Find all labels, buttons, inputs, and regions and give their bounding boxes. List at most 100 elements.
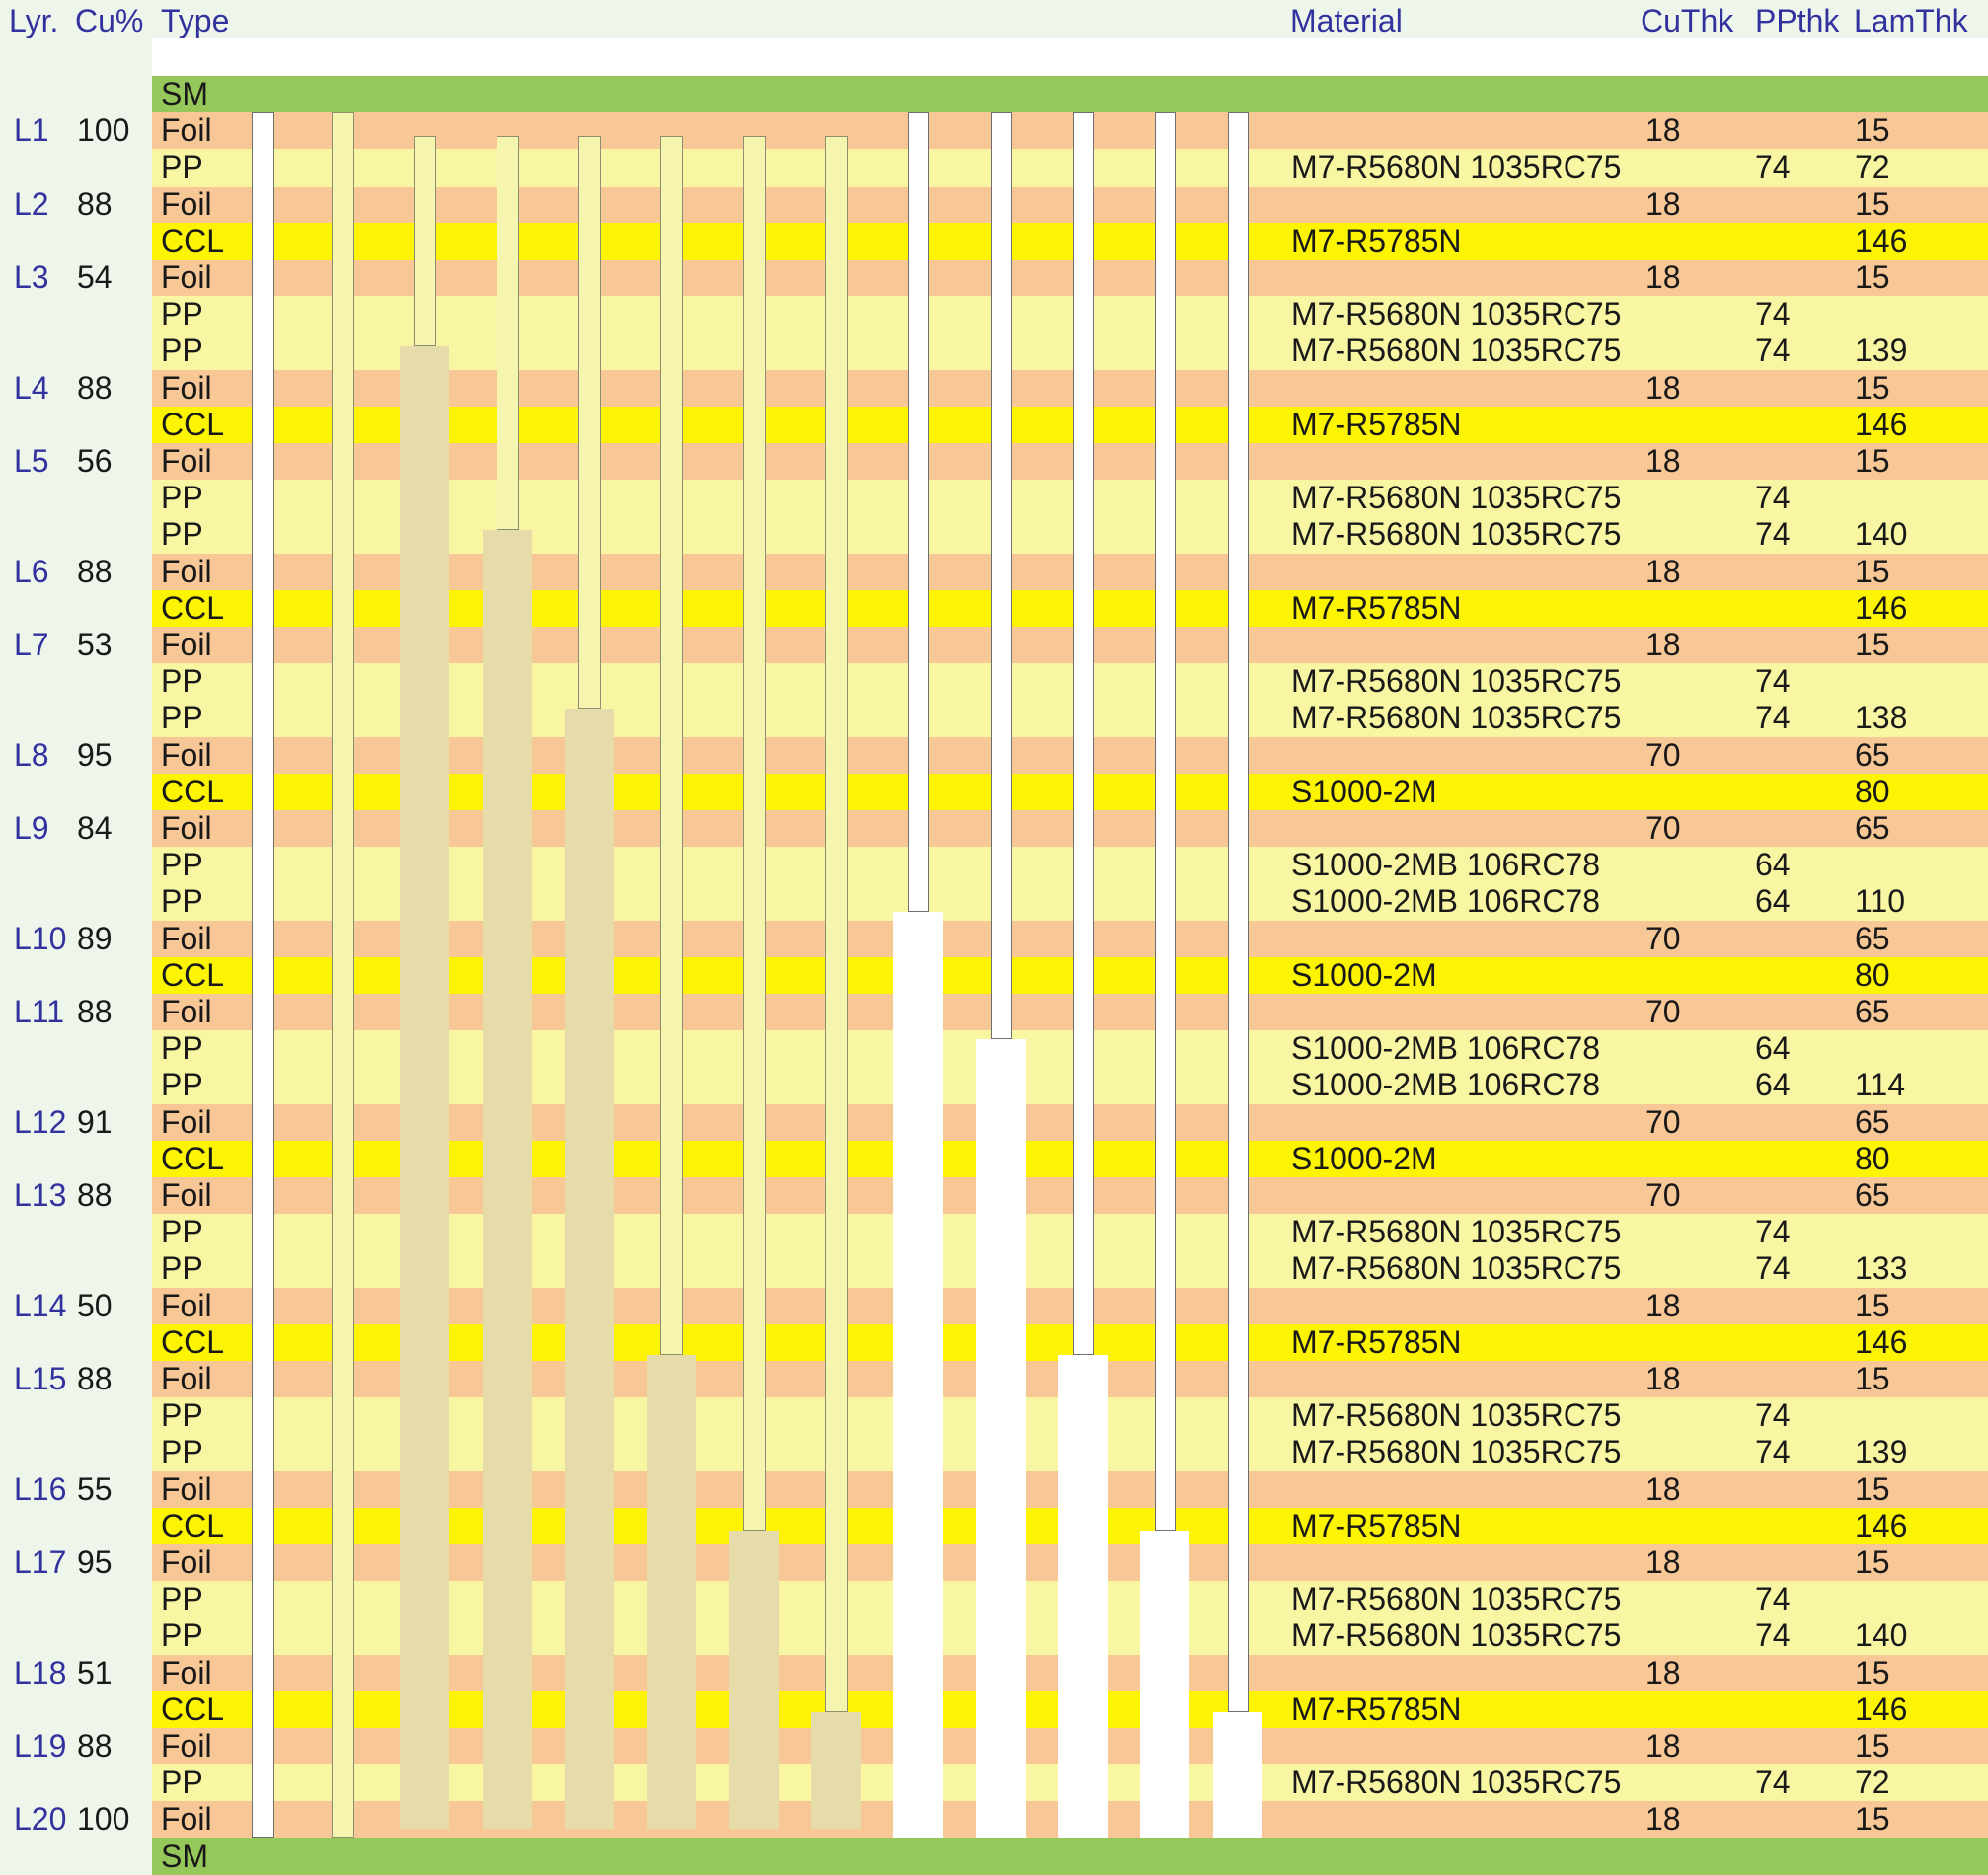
type-cell: Foil bbox=[161, 627, 212, 663]
type-cell: Foil bbox=[161, 1471, 212, 1508]
layer-name: L13 bbox=[14, 1177, 66, 1214]
cuthk-cell: 70 bbox=[1645, 921, 1681, 957]
type-cell: Foil bbox=[161, 443, 212, 480]
copper-percent: 88 bbox=[77, 994, 113, 1030]
lamthk-cell: 15 bbox=[1855, 187, 1890, 223]
type-cell: Foil bbox=[161, 1801, 212, 1838]
layer-label-L15: L1588 bbox=[0, 1361, 152, 1397]
cuthk-cell: 18 bbox=[1645, 1471, 1681, 1508]
type-cell: PP bbox=[161, 700, 203, 736]
layer-name: L7 bbox=[14, 627, 49, 663]
lamthk-cell: 140 bbox=[1855, 516, 1907, 553]
type-cell: PP bbox=[161, 1764, 203, 1801]
drill-span-wide-5 bbox=[565, 709, 614, 1829]
lamthk-cell: 15 bbox=[1855, 1544, 1890, 1581]
type-cell: PP bbox=[161, 1250, 203, 1287]
layer-name: L15 bbox=[14, 1361, 66, 1397]
layer-name: L14 bbox=[14, 1288, 66, 1324]
type-cell: CCL bbox=[161, 774, 224, 810]
layer-label-L13: L1388 bbox=[0, 1177, 152, 1214]
layer-label-L11: L1188 bbox=[0, 994, 152, 1030]
type-cell: PP bbox=[161, 847, 203, 883]
via-span-thin-4 bbox=[497, 136, 519, 530]
lamthk-cell: 146 bbox=[1855, 590, 1907, 627]
material-cell: M7-R5680N 1035RC75 bbox=[1291, 296, 1621, 333]
cuthk-cell: 18 bbox=[1645, 1728, 1681, 1764]
layer-name: L18 bbox=[14, 1655, 66, 1691]
layer-name: L12 bbox=[14, 1104, 66, 1141]
material-cell: M7-R5680N 1035RC75 bbox=[1291, 700, 1621, 736]
type-cell: PP bbox=[161, 149, 203, 186]
copper-percent: 51 bbox=[77, 1655, 113, 1691]
material-cell: M7-R5680N 1035RC75 bbox=[1291, 1764, 1621, 1801]
ppthk-cell: 74 bbox=[1755, 663, 1791, 700]
type-cell: CCL bbox=[161, 1324, 224, 1361]
lamthk-cell: 146 bbox=[1855, 407, 1907, 443]
type-cell: PP bbox=[161, 516, 203, 553]
copper-percent: 50 bbox=[77, 1288, 113, 1324]
ppthk-cell: 74 bbox=[1755, 1581, 1791, 1617]
type-cell: Foil bbox=[161, 737, 212, 774]
copper-percent: 89 bbox=[77, 921, 113, 957]
type-cell: CCL bbox=[161, 1508, 224, 1544]
material-cell: S1000-2MB 106RC78 bbox=[1291, 883, 1600, 920]
type-cell: Foil bbox=[161, 921, 212, 957]
lamthk-cell: 65 bbox=[1855, 921, 1890, 957]
cuthk-cell: 18 bbox=[1645, 260, 1681, 296]
cuthk-cell: 18 bbox=[1645, 1655, 1681, 1691]
stack-row-sm: SM bbox=[152, 76, 1988, 112]
material-cell: S1000-2M bbox=[1291, 774, 1437, 810]
type-cell: Foil bbox=[161, 1104, 212, 1141]
copper-percent: 100 bbox=[77, 112, 129, 149]
lamthk-cell: 80 bbox=[1855, 774, 1890, 810]
type-cell: Foil bbox=[161, 1361, 212, 1397]
drill-span-wide-12 bbox=[1140, 1531, 1189, 1838]
drill-span-wide-4 bbox=[483, 530, 532, 1829]
cuthk-cell: 18 bbox=[1645, 187, 1681, 223]
copper-percent: 95 bbox=[77, 1544, 113, 1581]
type-cell: Foil bbox=[161, 810, 212, 847]
material-cell: M7-R5680N 1035RC75 bbox=[1291, 480, 1621, 516]
layer-name: L20 bbox=[14, 1801, 66, 1838]
lamthk-cell: 15 bbox=[1855, 627, 1890, 663]
type-cell: PP bbox=[161, 296, 203, 333]
cuthk-cell: 18 bbox=[1645, 1361, 1681, 1397]
lamthk-cell: 139 bbox=[1855, 1434, 1907, 1470]
drill-span-wide-6 bbox=[647, 1355, 696, 1829]
lamthk-cell: 114 bbox=[1855, 1067, 1905, 1103]
lamthk-cell: 110 bbox=[1855, 883, 1905, 920]
via-span-thin-12 bbox=[1155, 112, 1176, 1531]
material-cell: S1000-2MB 106RC78 bbox=[1291, 1067, 1600, 1103]
lamthk-cell: 80 bbox=[1855, 957, 1890, 994]
layer-label-L19: L19 88 bbox=[0, 1728, 152, 1764]
type-cell: PP bbox=[161, 883, 203, 920]
copper-percent: 91 bbox=[77, 1104, 113, 1141]
lamthk-cell: 146 bbox=[1855, 1324, 1907, 1361]
lamthk-cell: 65 bbox=[1855, 1104, 1890, 1141]
cuthk-cell: 18 bbox=[1645, 1288, 1681, 1324]
material-cell: S1000-2M bbox=[1291, 957, 1437, 994]
lamthk-cell: 15 bbox=[1855, 1728, 1890, 1764]
copper-percent: 88 bbox=[77, 1728, 113, 1764]
copper-percent: 56 bbox=[77, 443, 113, 480]
type-cell: PP bbox=[161, 1030, 203, 1067]
copper-percent: 88 bbox=[77, 187, 113, 223]
drill-span-wide-10 bbox=[976, 1039, 1026, 1838]
type-cell: SM bbox=[161, 1838, 208, 1875]
ppthk-cell: 74 bbox=[1755, 480, 1791, 516]
type-cell: PP bbox=[161, 1434, 203, 1470]
layer-label-L20: L20100 bbox=[0, 1801, 152, 1838]
via-span-thin-8 bbox=[825, 136, 848, 1712]
material-cell: M7-R5785N bbox=[1291, 1691, 1462, 1728]
copper-percent: 84 bbox=[77, 810, 113, 847]
ppthk-cell: 64 bbox=[1755, 1067, 1791, 1103]
cuthk-cell: 70 bbox=[1645, 1104, 1681, 1141]
cuthk-cell: 18 bbox=[1645, 112, 1681, 149]
pcb-stackup-viewer: Lyr. Cu% Type Material CuThk PPthk LamTh… bbox=[0, 0, 1988, 1875]
drill-span-wide-3 bbox=[400, 346, 449, 1829]
layer-name: L19 bbox=[14, 1728, 66, 1764]
drill-span-wide-9 bbox=[893, 912, 943, 1838]
type-cell: CCL bbox=[161, 1141, 224, 1177]
drill-span-wide-11 bbox=[1058, 1355, 1108, 1838]
layer-name: L8 bbox=[14, 737, 49, 774]
